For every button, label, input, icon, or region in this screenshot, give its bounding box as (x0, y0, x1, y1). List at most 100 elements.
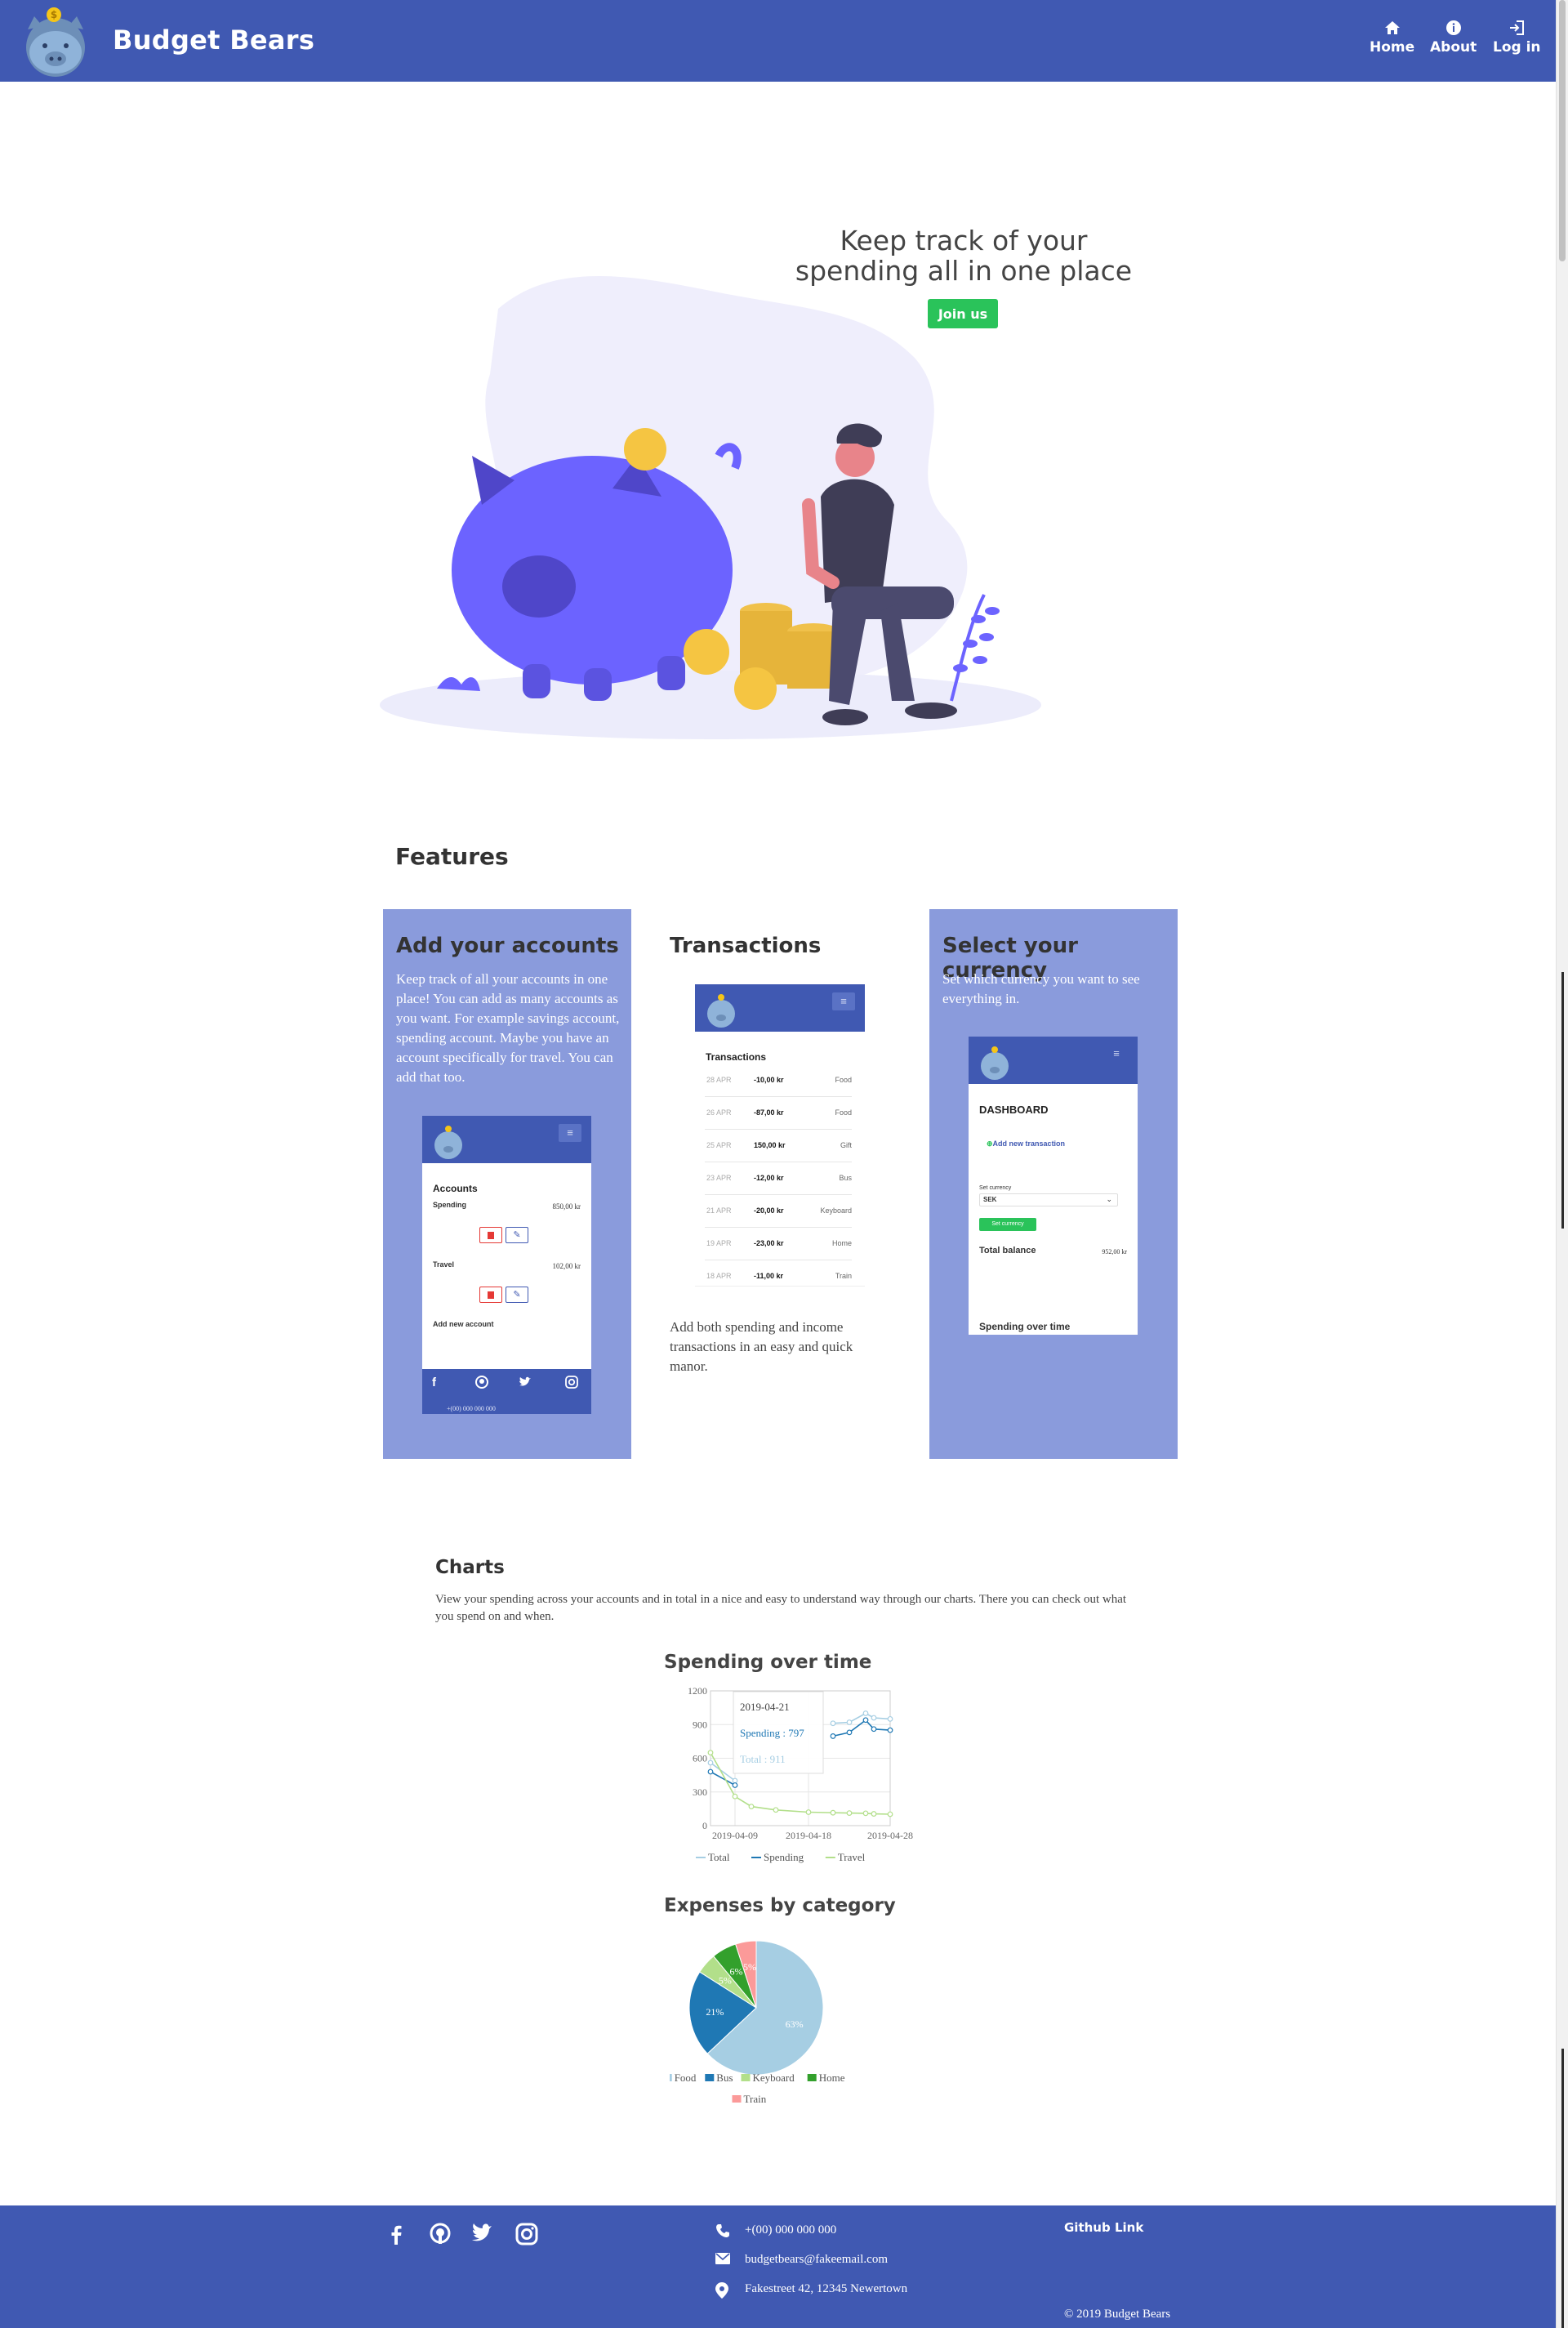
login-icon (1510, 20, 1525, 35)
dashboard-heading: DASHBOARD (979, 1104, 1049, 1116)
data-point-total (707, 1759, 714, 1766)
feature-text: Set which currency you want to see every… (942, 971, 1140, 1006)
spending-line-chart[interactable]: 0 300 600 900 1200 2019-04-09 2019-04-18 2019-0… (670, 1683, 915, 1875)
github-link[interactable]: Github Link (1064, 2220, 1143, 2235)
mini-header: ≡ (422, 1116, 591, 1163)
home-icon (1384, 21, 1400, 34)
twitter-icon[interactable] (470, 2222, 495, 2246)
account-name: Spending (433, 1201, 466, 1209)
transaction-date: 18 APR (706, 1272, 732, 1280)
trash-icon (488, 1232, 494, 1239)
location-pin-icon (715, 2282, 728, 2299)
instagram-icon (565, 1376, 578, 1389)
features-heading: Features (395, 843, 509, 870)
balance-value: 952,00 kr (1102, 1248, 1127, 1255)
y-tick-label: 300 (693, 1786, 707, 1798)
currency-label: Set currency (979, 1185, 1012, 1191)
pie-slice-label: 63% (786, 2018, 804, 2030)
legend-label: Total (708, 1851, 730, 1863)
charts-description: View your spending across your accounts … (435, 1593, 1127, 1623)
transaction-amount: -23,00 kr (754, 1239, 784, 1247)
brand-name[interactable]: Budget Bears (113, 25, 314, 56)
github-icon[interactable] (428, 2222, 452, 2246)
hamburger-menu-icon: ≡ (559, 1124, 581, 1142)
legend-swatch (732, 2095, 742, 2103)
y-tick-label: 900 (693, 1719, 707, 1730)
data-point-total (830, 1720, 836, 1727)
data-point-spending (707, 1768, 714, 1775)
transactions-screenshot: ≡ Transactions 28 APR -10,00 kr Food 26 APR… (695, 984, 865, 1287)
pie-chart-title: Expenses by category (664, 1895, 896, 1916)
transaction-date: 26 APR (706, 1108, 732, 1117)
dashboard-screenshot: ≡ DASHBOARD ⊕Add new transaction Set cur… (969, 1037, 1138, 1335)
data-point-spending (830, 1733, 836, 1739)
facebook-icon[interactable] (384, 2222, 408, 2246)
feature-title: Add your accounts (396, 934, 619, 958)
category-pie-chart[interactable]: 63%21%5%6% 5%Food Bus Keyboard HomeTrain (670, 1934, 866, 2114)
pig-logo-icon[interactable]: $ (18, 5, 91, 78)
transaction-category: Home (831, 1239, 852, 1247)
footer-address-text: Fakestreet 42, 12345 Newertown (745, 2282, 908, 2295)
feature-title: Transactions (670, 934, 822, 958)
account-amount: 850,00 kr (552, 1202, 581, 1211)
spending-over-time-label: Spending over time (979, 1321, 1071, 1332)
nav-home[interactable]: Home (1370, 20, 1414, 56)
nav-about-label: About (1430, 39, 1477, 56)
y-tick-label: 0 (702, 1820, 707, 1831)
nav-login-label: Log in (1493, 39, 1541, 56)
feature-text: Keep track of all your accounts in one p… (396, 971, 620, 1085)
transaction-row: 26 APR -87,00 kr Food (705, 1097, 852, 1130)
scrollbar-thumb[interactable] (1559, 0, 1566, 261)
set-currency-button: Set currency (979, 1218, 1036, 1231)
data-point-travel (887, 1811, 893, 1817)
transaction-category: Food (835, 1076, 852, 1084)
hero-title-line2: spending all in one place (795, 255, 1133, 287)
x-tick-label: 2019-04-09 (712, 1830, 758, 1841)
page-scrollbar[interactable] (1556, 0, 1568, 2328)
transaction-amount: -87,00 kr (754, 1108, 784, 1117)
footer-email-text[interactable]: budgetbears@fakeemail.com (745, 2253, 888, 2267)
data-point-total (846, 1719, 853, 1725)
mini-footer-phone: +(00) 000 000 000 (447, 1405, 496, 1412)
data-point-travel (846, 1810, 853, 1817)
footer-phone-text: +(00) 000 000 000 (745, 2223, 837, 2237)
join-us-button[interactable]: Join us (928, 299, 998, 328)
pig-logo-icon (981, 1046, 1009, 1080)
y-tick-label: 600 (693, 1753, 707, 1764)
nav-home-label: Home (1370, 39, 1415, 56)
pencil-icon: ✎ (513, 1290, 521, 1300)
data-point-travel (748, 1804, 755, 1810)
trash-icon (488, 1291, 494, 1299)
copyright-text: © 2019 Budget Bears (1064, 2308, 1171, 2321)
nav-about[interactable]: About (1430, 20, 1477, 56)
nav-login[interactable]: Log in (1493, 20, 1541, 56)
legend-swatch (705, 2074, 715, 2081)
transaction-category: Food (835, 1108, 852, 1117)
transaction-row: 21 APR -20,00 kr Keyboard (705, 1195, 852, 1228)
hamburger-menu-icon: ≡ (1113, 1047, 1120, 1059)
hero-title-line1: Keep track of your (840, 225, 1088, 256)
line-chart-title: Spending over time (664, 1652, 872, 1673)
transaction-amount: -12,00 kr (754, 1174, 784, 1182)
data-point-travel (830, 1809, 836, 1816)
transaction-date: 21 APR (706, 1206, 732, 1215)
plus-circle-icon: ⊕ (987, 1139, 993, 1148)
data-point-spending (887, 1727, 893, 1733)
data-point-total (862, 1710, 869, 1716)
legend-swatch (807, 2074, 817, 2081)
pie-slice-label: 6% (730, 1965, 743, 1977)
instagram-icon[interactable] (514, 2222, 539, 2246)
charts-heading: Charts (435, 1557, 505, 1578)
pig-logo-icon (707, 994, 735, 1028)
delete-account-button (479, 1287, 502, 1303)
accounts-screenshot: ≡ Accounts Spending 850,00 kr ✎ Travel 1… (422, 1116, 591, 1414)
data-point-travel (707, 1750, 714, 1756)
transaction-date: 28 APR (706, 1076, 732, 1084)
scrollbar-marker (1561, 2049, 1564, 2328)
pie-slice-label: 21% (706, 2006, 724, 2018)
edit-account-button: ✎ (506, 1227, 528, 1243)
data-point-total (732, 1777, 738, 1784)
transaction-category: Bus (839, 1174, 852, 1182)
tooltip-line: 2019-04-21 (740, 1701, 790, 1713)
account-amount: 102,00 kr (552, 1262, 581, 1270)
